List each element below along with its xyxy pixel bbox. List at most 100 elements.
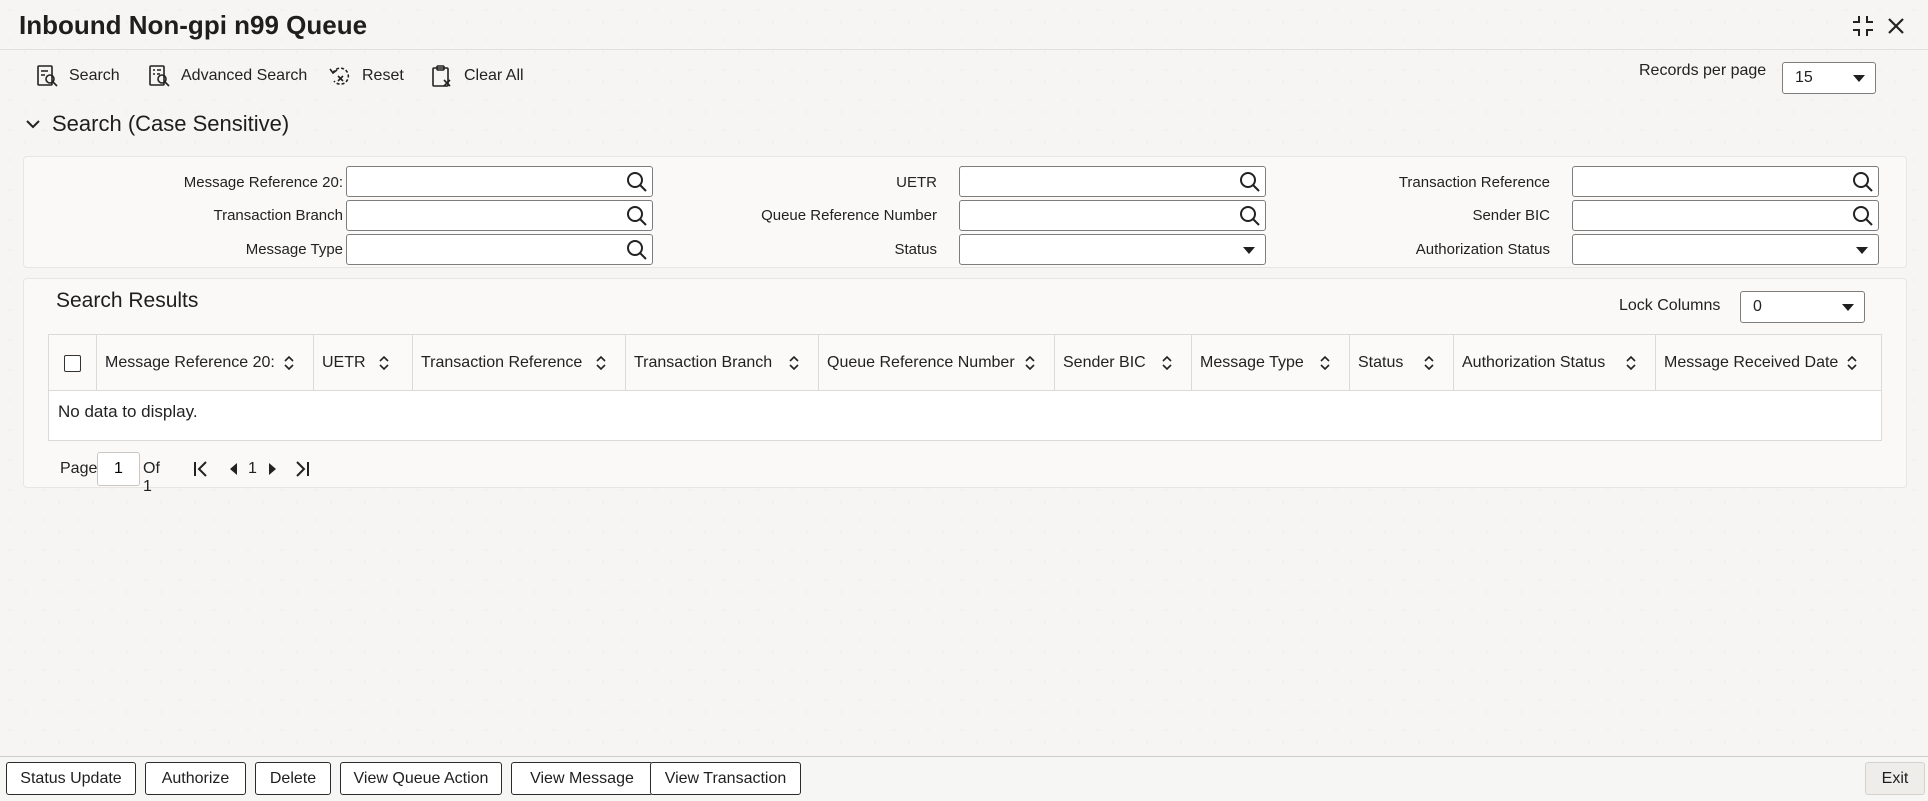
last-page-icon[interactable] xyxy=(292,460,312,478)
search-section-toggle[interactable]: Search (Case Sensitive) xyxy=(24,110,289,138)
next-page-icon[interactable] xyxy=(262,460,282,478)
column-header[interactable]: UETR xyxy=(314,335,413,391)
sort-icon[interactable] xyxy=(1161,355,1173,371)
search-icon xyxy=(37,65,58,87)
records-per-page-value: 15 xyxy=(1795,69,1813,86)
transaction-reference-lookup-icon[interactable] xyxy=(1851,170,1875,194)
page-label: Page xyxy=(60,460,98,477)
column-header[interactable]: Transaction Branch xyxy=(626,335,819,391)
message-type-lookup-icon[interactable] xyxy=(625,238,649,262)
close-icon[interactable] xyxy=(1882,12,1910,40)
message-reference-20-lookup-icon[interactable] xyxy=(625,170,649,194)
results-table: Message Reference 20: UETR Transaction R… xyxy=(48,334,1882,441)
transaction-reference-label: Transaction Reference xyxy=(1398,174,1550,191)
sort-icon[interactable] xyxy=(1625,355,1637,371)
status-label: Status xyxy=(894,241,937,258)
column-header-label: Message Reference 20: xyxy=(105,354,275,371)
view-message-button[interactable]: View Message xyxy=(511,762,653,795)
select-all-cell xyxy=(49,335,97,391)
advanced-search-icon xyxy=(149,65,170,87)
view-queue-action-button[interactable]: View Queue Action xyxy=(340,762,502,795)
column-header-label: Status xyxy=(1358,354,1404,371)
search-panel: Message Reference 20: UETR Transaction R… xyxy=(23,156,1907,268)
column-header-label: Message Type xyxy=(1200,354,1304,371)
queue-reference-number-label: Queue Reference Number xyxy=(761,207,937,224)
column-header[interactable]: Status xyxy=(1350,335,1454,391)
chevron-down-icon xyxy=(1842,304,1854,311)
column-header[interactable]: Sender BIC xyxy=(1055,335,1192,391)
search-results-title: Search Results xyxy=(56,289,199,312)
search-button[interactable]: Search xyxy=(35,62,120,90)
column-header[interactable]: Queue Reference Number xyxy=(819,335,1055,391)
previous-page-icon[interactable] xyxy=(224,460,244,478)
records-per-page-label: Records per page xyxy=(1639,62,1767,79)
authorize-button[interactable]: Authorize xyxy=(145,762,246,795)
page-link[interactable]: 1 xyxy=(248,460,257,478)
view-transaction-button[interactable]: View Transaction xyxy=(650,762,801,795)
message-type-input[interactable] xyxy=(346,234,653,265)
message-reference-20-input[interactable] xyxy=(346,166,653,197)
search-button-label: Search xyxy=(69,67,120,84)
column-header-label: Queue Reference Number xyxy=(827,354,1015,371)
message-type-label: Message Type xyxy=(245,241,343,258)
reset-button[interactable]: Reset xyxy=(328,62,404,90)
page-title: Inbound Non-gpi n99 Queue xyxy=(19,10,368,40)
no-data-message: No data to display. xyxy=(58,402,198,421)
queue-reference-number-input[interactable] xyxy=(959,200,1266,231)
clear-all-button-label: Clear All xyxy=(464,67,524,84)
reset-icon xyxy=(329,67,350,85)
advanced-search-button[interactable]: Advanced Search xyxy=(147,62,307,90)
column-header-label: Sender BIC xyxy=(1063,354,1146,371)
column-header-label: Authorization Status xyxy=(1462,354,1606,371)
lock-columns-value: 0 xyxy=(1753,298,1762,315)
sort-icon[interactable] xyxy=(595,355,607,371)
lock-columns-select[interactable]: 0 xyxy=(1740,291,1865,323)
column-header[interactable]: Authorization Status xyxy=(1454,335,1656,391)
records-per-page-select[interactable]: 15 xyxy=(1782,62,1876,94)
transaction-branch-input[interactable] xyxy=(346,200,653,231)
sort-icon[interactable] xyxy=(788,355,800,371)
chevron-down-icon xyxy=(26,120,40,129)
sender-bic-input[interactable] xyxy=(1572,200,1879,231)
uetr-input[interactable] xyxy=(959,166,1266,197)
transaction-branch-lookup-icon[interactable] xyxy=(625,204,649,228)
chevron-down-icon xyxy=(1856,247,1868,254)
clear-all-icon xyxy=(432,65,451,87)
status-select[interactable] xyxy=(959,234,1266,265)
search-section-title: Search (Case Sensitive) xyxy=(52,111,290,136)
sort-icon[interactable] xyxy=(1319,355,1331,371)
sort-icon[interactable] xyxy=(1846,355,1858,371)
sender-bic-label: Sender BIC xyxy=(1472,207,1550,224)
page-number-input[interactable] xyxy=(97,452,140,486)
sort-icon[interactable] xyxy=(378,355,390,371)
uetr-lookup-icon[interactable] xyxy=(1238,170,1262,194)
queue-reference-number-lookup-icon[interactable] xyxy=(1238,204,1262,228)
exit-button[interactable]: Exit xyxy=(1865,762,1925,795)
column-header[interactable]: Transaction Reference xyxy=(413,335,626,391)
title-bar: Inbound Non-gpi n99 Queue xyxy=(0,0,1928,50)
column-header[interactable]: Message Type xyxy=(1192,335,1350,391)
status-update-button[interactable]: Status Update xyxy=(6,762,136,795)
chevron-down-icon xyxy=(1243,247,1255,254)
table-header: Message Reference 20: UETR Transaction R… xyxy=(49,335,1881,391)
column-header[interactable]: Message Received Date xyxy=(1656,335,1881,391)
authorization-status-label: Authorization Status xyxy=(1415,241,1550,258)
select-all-checkbox[interactable] xyxy=(64,355,81,372)
transaction-reference-input[interactable] xyxy=(1572,166,1879,197)
sort-icon[interactable] xyxy=(1423,355,1435,371)
column-header-label: UETR xyxy=(322,354,366,371)
maximize-icon[interactable] xyxy=(1849,12,1877,40)
transaction-branch-label: Transaction Branch xyxy=(213,207,343,224)
page-of-label: Of 1 xyxy=(143,460,160,495)
column-header-label: Message Received Date xyxy=(1664,354,1839,371)
sort-icon[interactable] xyxy=(283,355,295,371)
authorization-status-select[interactable] xyxy=(1572,234,1879,265)
first-page-icon[interactable] xyxy=(191,460,211,478)
delete-button[interactable]: Delete xyxy=(255,762,331,795)
sort-icon[interactable] xyxy=(1024,355,1036,371)
column-header[interactable]: Message Reference 20: xyxy=(97,335,314,391)
message-reference-20-label: Message Reference 20: xyxy=(183,174,343,191)
sender-bic-lookup-icon[interactable] xyxy=(1851,204,1875,228)
clear-all-button[interactable]: Clear All xyxy=(430,62,524,90)
footer-bar: Status Update Authorize Delete View Queu… xyxy=(0,756,1928,801)
